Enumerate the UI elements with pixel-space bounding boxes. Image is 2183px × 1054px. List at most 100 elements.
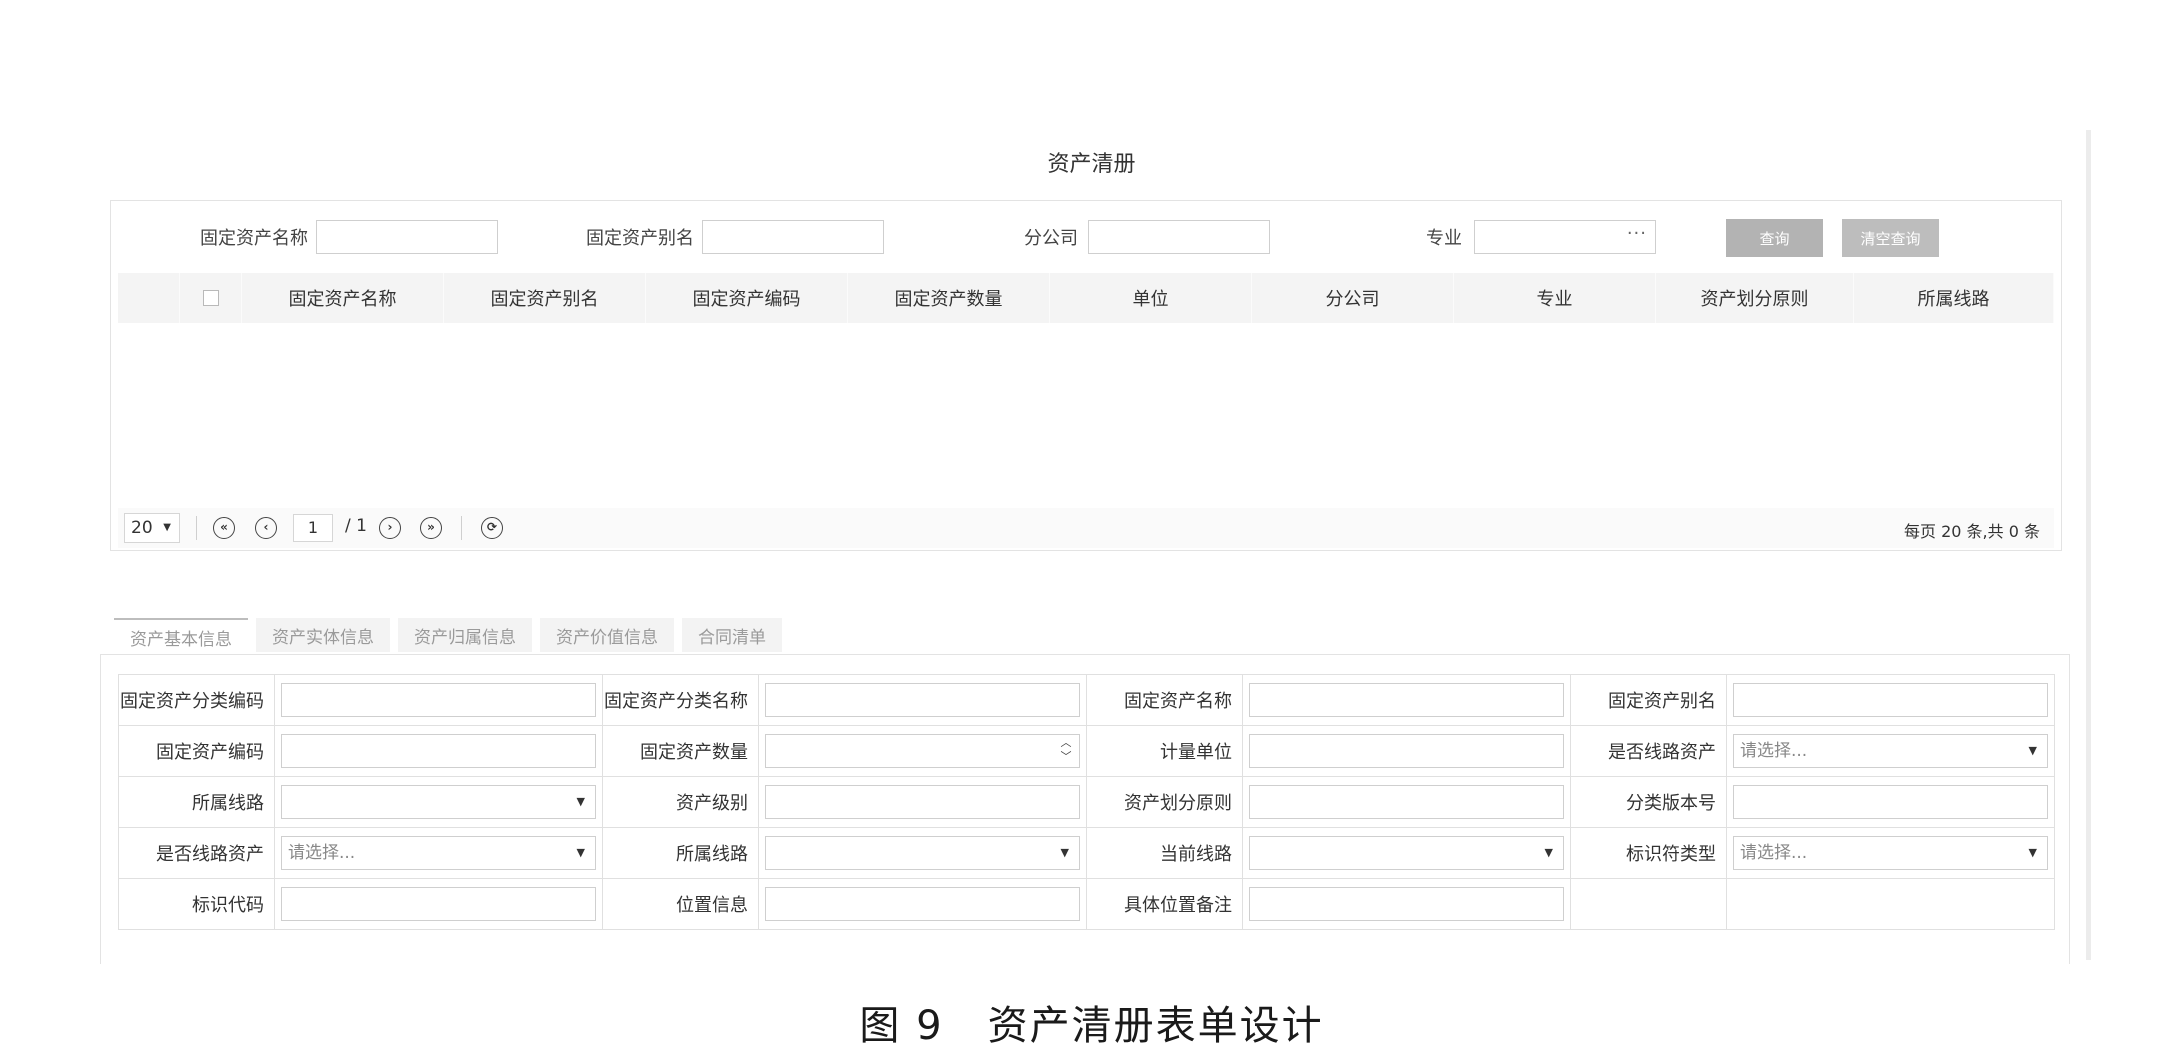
form-row: 所属线路 ▼ 资产级别 资产划分原则 分类版本号	[118, 776, 2055, 828]
query-label-asset-name: 固定资产名称	[200, 228, 308, 249]
tab-contract-list[interactable]: 合同清单	[682, 618, 782, 652]
asset-name-input[interactable]	[316, 220, 498, 254]
form-select[interactable]: ▼	[281, 785, 596, 819]
form-text-input[interactable]	[281, 683, 596, 717]
form-text-input[interactable]	[1249, 887, 1564, 921]
form-text-input[interactable]	[1733, 683, 2048, 717]
tab-value-info[interactable]: 资产价值信息	[540, 618, 674, 652]
query-label-branch: 分公司	[1024, 228, 1078, 249]
form-field-cell	[758, 776, 1087, 828]
grid-header-spacer	[118, 273, 180, 323]
figure-caption: 图 9 资产清册表单设计	[0, 993, 2183, 1051]
query-label-specialty: 专业	[1426, 228, 1462, 249]
asset-basic-info-form: 固定资产分类编码 固定资产分类名称 固定资产名称 固定资产别名 固定资产编码 固定资产数量…	[118, 674, 2055, 930]
asset-alias-input[interactable]	[702, 220, 884, 254]
form-text-input[interactable]	[1249, 683, 1564, 717]
form-field-cell	[274, 674, 603, 726]
column-header-asset-code[interactable]: 固定资产编码	[646, 273, 848, 323]
form-text-input[interactable]	[281, 734, 596, 768]
form-field-cell: 请选择... ▼	[1726, 827, 2055, 879]
current-page-input[interactable]: 1	[293, 514, 333, 542]
form-select[interactable]: ▼	[765, 836, 1080, 870]
query-button[interactable]: 查询	[1726, 219, 1823, 257]
form-text-input[interactable]	[765, 887, 1080, 921]
form-text-input[interactable]	[281, 887, 596, 921]
form-field-cell	[1242, 674, 1571, 726]
form-field-cell	[1242, 776, 1571, 828]
pagination-bar: 20 ▼ « ‹ 1 / 1 › » ⟳ 每页 20 条,共 0 条	[118, 508, 2054, 548]
prev-page-icon[interactable]: ‹	[255, 517, 277, 539]
column-header-asset-name[interactable]: 固定资产名称	[242, 273, 444, 323]
column-header-division-principle[interactable]: 资产划分原则	[1656, 273, 1854, 323]
form-field-label: 固定资产分类名称	[602, 674, 759, 726]
select-all-cell[interactable]	[180, 273, 242, 323]
form-field-label: 固定资产编码	[118, 725, 275, 777]
form-field-label: 位置信息	[602, 878, 759, 930]
form-field-label: 当前线路	[1086, 827, 1243, 879]
form-field-cell	[274, 725, 603, 777]
column-header-asset-alias[interactable]: 固定资产别名	[444, 273, 646, 323]
clear-query-button[interactable]: 清空查询	[1842, 219, 1939, 257]
tab-entity-info[interactable]: 资产实体信息	[256, 618, 390, 652]
form-select[interactable]: 请选择... ▼	[1733, 836, 2048, 870]
last-page-icon[interactable]: »	[420, 517, 442, 539]
form-select[interactable]: ▼	[1249, 836, 1564, 870]
form-field-cell	[758, 878, 1087, 930]
figure-number: 图 9	[859, 1003, 944, 1049]
refresh-icon[interactable]: ⟳	[481, 517, 503, 539]
form-field-cell	[1242, 725, 1571, 777]
page-size-value: 20	[131, 518, 153, 538]
form-field-cell: 请选择... ▼	[274, 827, 603, 879]
form-field-label: 固定资产分类编码	[118, 674, 275, 726]
form-field-value: 请选择...	[1740, 741, 1808, 761]
form-field-label: 计量单位	[1086, 725, 1243, 777]
form-field-cell	[274, 878, 603, 930]
branch-input[interactable]	[1088, 220, 1270, 254]
scrollbar-track[interactable]	[2086, 130, 2091, 960]
tab-ownership-info[interactable]: 资产归属信息	[398, 618, 532, 652]
first-page-icon[interactable]: «	[213, 517, 235, 539]
form-field-label: 是否线路资产	[118, 827, 275, 879]
specialty-input[interactable]: ···	[1474, 220, 1656, 254]
form-field-label: 固定资产别名	[1570, 674, 1727, 726]
spinner-arrows-icon[interactable]: ︿ ﹀	[1059, 736, 1073, 764]
chevron-down-icon[interactable]: ▼	[1061, 837, 1069, 869]
page-size-select[interactable]: 20 ▼	[124, 513, 180, 543]
select-all-checkbox[interactable]	[202, 290, 219, 306]
form-row: 标识代码 位置信息 具体位置备注	[118, 878, 2055, 930]
form-text-input[interactable]	[765, 785, 1080, 819]
pager-divider	[461, 516, 462, 540]
form-field-cell	[1726, 878, 2055, 930]
form-field-label: 所属线路	[602, 827, 759, 879]
form-field-label: 资产级别	[602, 776, 759, 828]
form-text-input[interactable]	[1733, 785, 2048, 819]
column-header-line[interactable]: 所属线路	[1854, 273, 2054, 323]
form-field-label: 固定资产数量	[602, 725, 759, 777]
form-text-input[interactable]	[1249, 734, 1564, 768]
chevron-down-icon[interactable]: ▼	[2029, 837, 2037, 869]
form-text-input[interactable]	[765, 683, 1080, 717]
page-summary: 每页 20 条,共 0 条	[1904, 522, 2040, 541]
form-select[interactable]: 请选择... ▼	[1733, 734, 2048, 768]
more-options-icon[interactable]: ···	[1627, 223, 1647, 244]
tab-basic-info[interactable]: 资产基本信息	[114, 618, 248, 654]
column-header-branch[interactable]: 分公司	[1252, 273, 1454, 323]
form-select[interactable]: 请选择... ▼	[281, 836, 596, 870]
form-text-input[interactable]	[1249, 785, 1564, 819]
next-page-icon[interactable]: ›	[379, 517, 401, 539]
chevron-down-icon[interactable]: ▼	[2029, 735, 2037, 767]
form-field-cell	[1726, 674, 2055, 726]
form-number-stepper[interactable]: ︿ ﹀	[765, 734, 1080, 768]
column-header-specialty[interactable]: 专业	[1454, 273, 1656, 323]
form-field-cell: 请选择... ▼	[1726, 725, 2055, 777]
chevron-down-icon[interactable]: ▼	[577, 837, 585, 869]
form-row: 固定资产编码 固定资产数量 ︿ ﹀ 计量单位 是否线路资产 请选择... ▼	[118, 725, 2055, 777]
chevron-down-icon[interactable]: ▼	[1545, 837, 1553, 869]
column-header-asset-quantity[interactable]: 固定资产数量	[848, 273, 1050, 323]
form-field-label: 标识代码	[118, 878, 275, 930]
chevron-down-icon[interactable]: ▼	[577, 786, 585, 818]
column-header-unit[interactable]: 单位	[1050, 273, 1252, 323]
page-title: 资产清册	[1047, 152, 1136, 177]
detail-tabs: 资产基本信息 资产实体信息 资产归属信息 资产价值信息 合同清单	[114, 618, 790, 654]
form-field-label: 标识符类型	[1570, 827, 1727, 879]
